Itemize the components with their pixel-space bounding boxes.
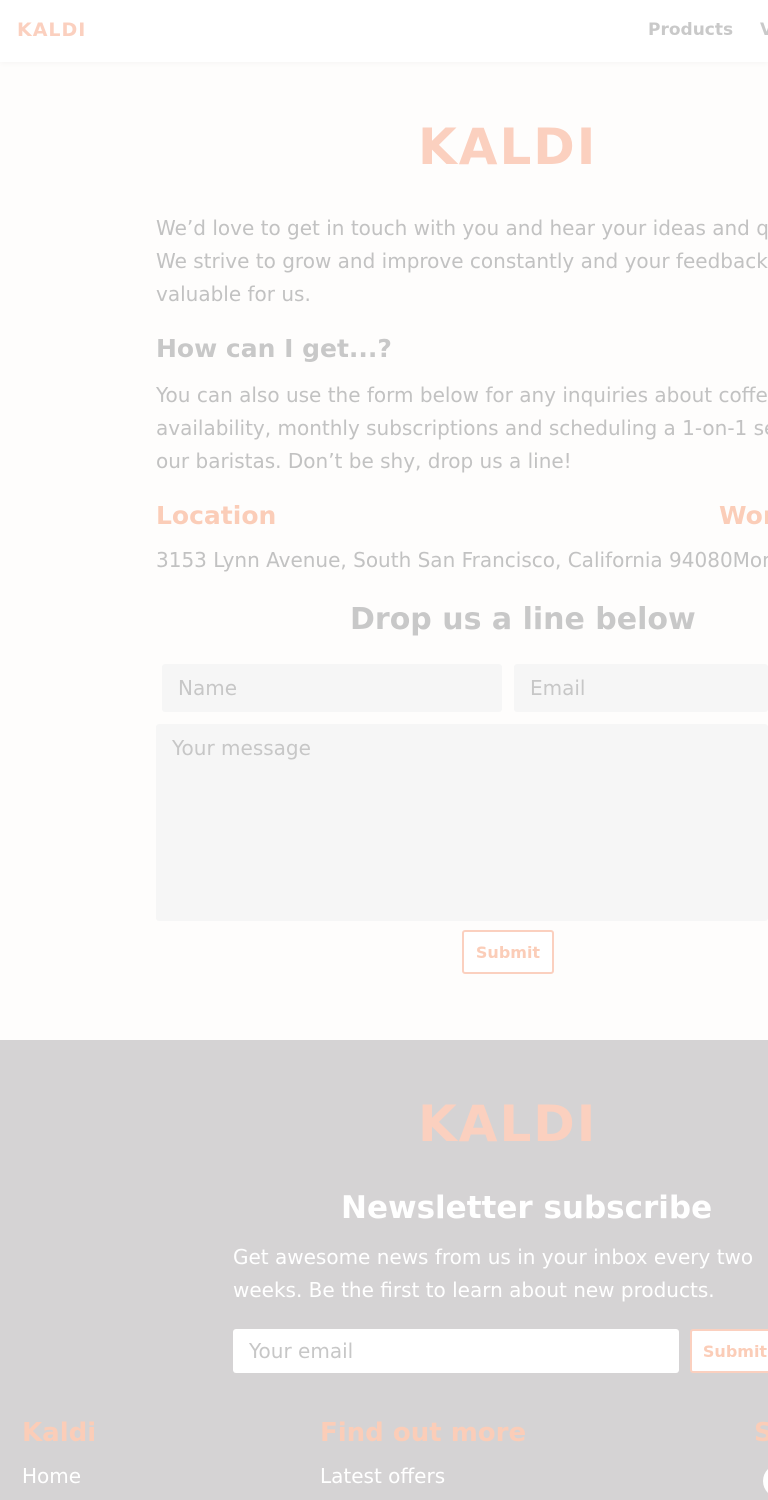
form-title: Drop us a line below xyxy=(350,602,696,637)
newsletter-text: Get awesome news from us in your inbox e… xyxy=(233,1245,754,1302)
location-title: Location xyxy=(156,501,277,530)
nav-logo[interactable]: KALDI xyxy=(17,19,86,41)
newsletter-submit-button[interactable]: Submit xyxy=(690,1329,768,1373)
how-text: You can also use the form below for any … xyxy=(156,383,768,473)
footer-col-kaldi-title: Kaldi xyxy=(22,1418,97,1448)
email-input[interactable] xyxy=(514,664,768,712)
message-textarea[interactable] xyxy=(156,724,768,921)
top-navbar: KALDI Products V xyxy=(0,0,768,62)
contact-logo: KALDI xyxy=(418,118,598,176)
footer-col-find-out-more-title: Find out more xyxy=(320,1418,527,1448)
working-hours-title: Wor xyxy=(719,501,768,530)
how-title: How can I get...? xyxy=(156,334,392,363)
nav-link-products[interactable]: Products xyxy=(648,20,733,40)
social-icon[interactable] xyxy=(763,1464,768,1498)
footer-logo: KALDI xyxy=(418,1095,598,1153)
footer: KALDI Newsletter subscribe Get awesome n… xyxy=(0,1040,768,1500)
contact-intro: We’d love to get in touch with you and h… xyxy=(156,216,768,306)
nav-link-next[interactable]: V xyxy=(760,20,768,40)
name-input[interactable] xyxy=(162,664,502,712)
newsletter-email-input[interactable] xyxy=(233,1329,679,1373)
footer-col-social-title: S xyxy=(754,1418,768,1448)
contact-submit-button[interactable]: Submit xyxy=(462,930,554,974)
footer-link-home[interactable]: Home xyxy=(22,1464,81,1488)
newsletter-title: Newsletter subscribe xyxy=(341,1190,713,1226)
footer-link-latest-offers[interactable]: Latest offers xyxy=(320,1464,445,1488)
address-text: 3153 Lynn Avenue, South San Francisco, C… xyxy=(156,548,768,572)
